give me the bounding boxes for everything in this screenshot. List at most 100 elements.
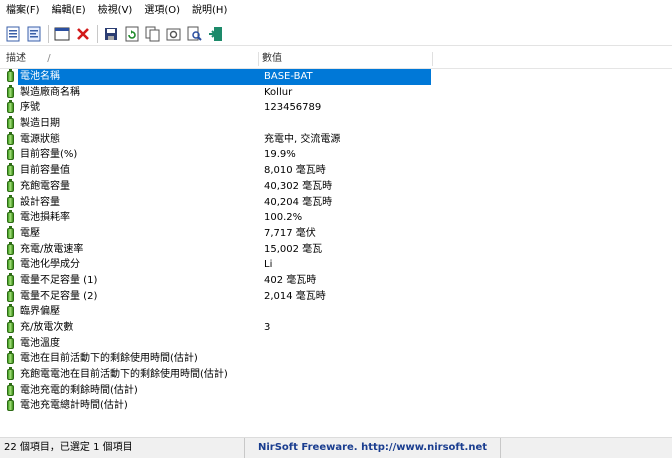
column-header: 描述 / 數值 xyxy=(0,50,672,69)
list-item[interactable]: 序號 123456789 xyxy=(0,100,672,116)
item-description: 充飽電電池在目前活動下的剩餘使用時間(估計) xyxy=(20,369,228,381)
column-header-description[interactable]: 描述 / xyxy=(6,50,256,68)
battery-icon xyxy=(7,288,14,302)
nirsoft-link[interactable]: NirSoft Freeware. http://www.nirsoft.net xyxy=(250,438,498,458)
battery-icon xyxy=(7,194,14,208)
item-description: 電壓 xyxy=(20,227,40,239)
item-description: 電量不足容量 (1) xyxy=(20,274,98,286)
status-divider xyxy=(500,438,501,458)
list-item[interactable]: 電池充電總計時間(估計) xyxy=(0,398,672,414)
battery-icon xyxy=(7,210,14,224)
item-value: 7,717 毫伏 xyxy=(264,227,316,239)
battery-icon xyxy=(7,320,14,333)
item-description: 臨界偏壓 xyxy=(20,306,60,318)
item-description: 充電/放電速率 xyxy=(20,243,84,255)
list-item[interactable]: 電壓 7,717 毫伏 xyxy=(0,225,672,242)
list-item[interactable]: 充飽電電池在目前活動下的剩餘使用時間(估計) xyxy=(0,367,672,383)
battery-icon xyxy=(7,257,14,271)
battery-icon xyxy=(7,116,14,130)
column-header-description-label: 描述 xyxy=(6,53,26,64)
item-description: 電池名稱 xyxy=(20,71,60,82)
menu-edit[interactable]: 編輯(E) xyxy=(46,0,92,22)
menu-file[interactable]: 檔案(F) xyxy=(0,0,46,22)
column-header-value-label: 數值 xyxy=(262,53,282,64)
menu-bar: 檔案(F) 編輯(E) 檢視(V) 選項(O) 說明(H) xyxy=(0,0,672,22)
item-description: 目前容量值 xyxy=(20,165,70,177)
list-item[interactable]: 電量不足容量 (1) 402 毫瓦時 xyxy=(0,272,672,289)
item-value: 100.2% xyxy=(264,212,303,224)
list-item[interactable]: 電池損耗率 100.2% xyxy=(0,210,672,226)
list-item[interactable]: 充電/放電速率 15,002 毫瓦 xyxy=(0,241,672,258)
list-item[interactable]: 電池充電的剩餘時間(估計) xyxy=(0,382,672,399)
column-divider[interactable] xyxy=(432,52,433,66)
list-item[interactable]: 電源狀態 充電中, 交流電源 xyxy=(0,131,672,148)
item-description: 充飽電容量 xyxy=(20,180,70,192)
properties-icon[interactable] xyxy=(53,25,71,43)
list-item[interactable]: 電池在目前活動下的剩餘使用時間(估計) xyxy=(0,351,672,367)
battery-icon xyxy=(7,131,14,145)
refresh-icon[interactable] xyxy=(123,25,141,43)
battery-info-list: 電池名稱 BASE-BAT 製造廠商名稱 Kollur 序號 123456789 製造日期電… xyxy=(0,69,672,414)
delete-icon[interactable] xyxy=(74,25,92,43)
save-icon[interactable] xyxy=(102,25,120,43)
battery-icon xyxy=(7,272,14,286)
list-item[interactable]: 設計容量 40,204 毫瓦時 xyxy=(0,194,672,211)
battery-icon xyxy=(7,69,14,82)
column-divider[interactable] xyxy=(258,52,259,66)
item-description: 設計容量 xyxy=(20,196,60,208)
item-value: 19.9% xyxy=(264,149,296,161)
find-icon[interactable] xyxy=(186,25,204,43)
toolbar xyxy=(0,22,672,46)
item-description: 製造日期 xyxy=(20,118,60,130)
battery-icon xyxy=(7,367,14,381)
list-item[interactable]: 電量不足容量 (2) 2,014 毫瓦時 xyxy=(0,288,672,305)
item-value: 3 xyxy=(264,322,271,333)
battery-icon xyxy=(7,335,14,349)
list-item[interactable]: 製造日期 xyxy=(0,116,672,132)
item-description: 目前容量(%) xyxy=(20,149,78,161)
item-value: 40,302 毫瓦時 xyxy=(264,180,333,192)
copy-icon[interactable] xyxy=(144,25,162,43)
list-item[interactable]: 目前容量(%) 19.9% xyxy=(0,147,672,163)
battery-icon xyxy=(7,241,14,255)
list-item[interactable]: 電池溫度 xyxy=(0,335,672,352)
options-icon[interactable] xyxy=(165,25,183,43)
list-item[interactable]: 電池化學成分 Li xyxy=(0,257,672,273)
item-description: 充/放電次數 xyxy=(20,322,74,333)
list-item[interactable]: 製造廠商名稱 Kollur xyxy=(0,84,672,101)
battery-icon xyxy=(7,178,14,192)
menu-help[interactable]: 說明(H) xyxy=(186,0,233,22)
list-item[interactable]: 臨界偏壓 xyxy=(0,304,672,320)
item-value: 40,204 毫瓦時 xyxy=(264,196,333,208)
item-value: 15,002 毫瓦 xyxy=(264,243,323,255)
html-report-icon[interactable] xyxy=(4,25,22,43)
item-description: 電量不足容量 (2) xyxy=(20,290,98,302)
sort-indicator: / xyxy=(47,53,51,64)
item-description: 電池充電的剩餘時間(估計) xyxy=(20,384,138,396)
battery-icon xyxy=(7,225,14,239)
list-item[interactable]: 充/放電次數 3 xyxy=(0,320,672,336)
item-description: 電池化學成分 xyxy=(20,259,80,271)
item-value: 402 毫瓦時 xyxy=(264,274,317,286)
battery-icon xyxy=(7,382,14,396)
toolbar-separator xyxy=(97,24,98,43)
battery-icon xyxy=(7,304,14,318)
battery-icon xyxy=(7,398,14,412)
item-value: 8,010 毫瓦時 xyxy=(264,165,326,177)
item-value: Kollur xyxy=(264,86,293,98)
exit-icon[interactable] xyxy=(207,25,225,43)
item-description: 電源狀態 xyxy=(20,133,60,145)
toolbar-separator xyxy=(48,24,49,43)
text-report-icon[interactable] xyxy=(25,25,43,43)
menu-view[interactable]: 檢視(V) xyxy=(92,0,139,22)
item-description: 製造廠商名稱 xyxy=(20,86,80,98)
battery-icon xyxy=(7,147,14,161)
list-item[interactable]: 電池名稱 BASE-BAT xyxy=(0,69,672,85)
status-bar: 22 個項目，已選定 1 個項目 NirSoft Freeware. http:… xyxy=(0,437,672,458)
list-item[interactable]: 目前容量值 8,010 毫瓦時 xyxy=(0,163,672,179)
list-item[interactable]: 充飽電容量 40,302 毫瓦時 xyxy=(0,178,672,195)
menu-options[interactable]: 選項(O) xyxy=(138,0,186,22)
item-value: 充電中, 交流電源 xyxy=(264,133,341,145)
status-item-count: 22 個項目，已選定 1 個項目 xyxy=(4,438,245,458)
item-description: 序號 xyxy=(20,102,40,114)
